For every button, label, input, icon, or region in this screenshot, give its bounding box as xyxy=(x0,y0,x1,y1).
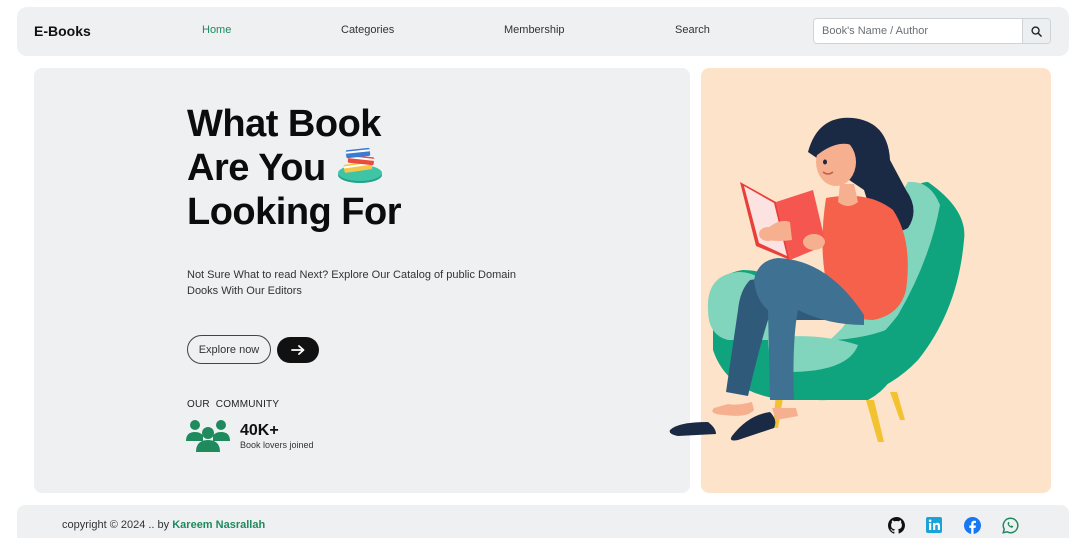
hero-title-line-1: What Book xyxy=(187,103,381,145)
explore-button[interactable]: Explore now xyxy=(187,335,271,364)
community-label: OUR COMMUNITY xyxy=(187,399,280,410)
hero-title: What Book Are You Looking For xyxy=(187,102,447,234)
navbar: E-Books Home Categories Membership Searc… xyxy=(17,7,1069,56)
nav-home[interactable]: Home xyxy=(202,24,231,36)
hero-panel: What Book Are You Looking For Not Sure W… xyxy=(34,68,690,493)
copyright-prefix: copyright © 2024 .. by xyxy=(62,519,173,531)
community-subtext: Book lovers joined xyxy=(240,440,314,450)
nav-categories[interactable]: Categories xyxy=(341,24,394,36)
search-box xyxy=(813,18,1051,44)
github-link[interactable] xyxy=(887,516,905,534)
author-link[interactable]: Kareem Nasrallah xyxy=(172,519,265,531)
hero-title-line-2: Are You xyxy=(187,147,326,189)
search-button[interactable] xyxy=(1022,19,1050,43)
facebook-link[interactable] xyxy=(963,516,981,534)
whatsapp-link[interactable] xyxy=(1001,516,1019,534)
facebook-icon xyxy=(963,516,981,534)
search-input[interactable] xyxy=(814,19,1022,43)
hero-title-line-3: Looking For xyxy=(187,191,402,233)
footer: copyright © 2024 .. by Kareem Nasrallah xyxy=(17,505,1069,538)
woman-reading-illustration xyxy=(669,117,965,442)
arrow-button[interactable] xyxy=(277,337,319,363)
arrow-right-icon xyxy=(291,345,305,355)
brand-logo[interactable]: E-Books xyxy=(34,23,91,39)
hero-description: Not Sure What to read Next? Explore Our … xyxy=(187,269,516,297)
nav-membership[interactable]: Membership xyxy=(504,24,565,36)
nav-search[interactable]: Search xyxy=(675,24,710,36)
community-count: 40K+ xyxy=(240,422,279,439)
linkedin-icon xyxy=(926,517,942,533)
whatsapp-icon xyxy=(1001,517,1019,534)
users-group-icon xyxy=(186,420,230,452)
github-icon xyxy=(887,516,905,534)
linkedin-link[interactable] xyxy=(925,516,943,534)
books-stack-icon xyxy=(337,147,382,183)
search-icon xyxy=(1031,25,1042,37)
copyright-text: copyright © 2024 .. by Kareem Nasrallah xyxy=(62,519,265,531)
